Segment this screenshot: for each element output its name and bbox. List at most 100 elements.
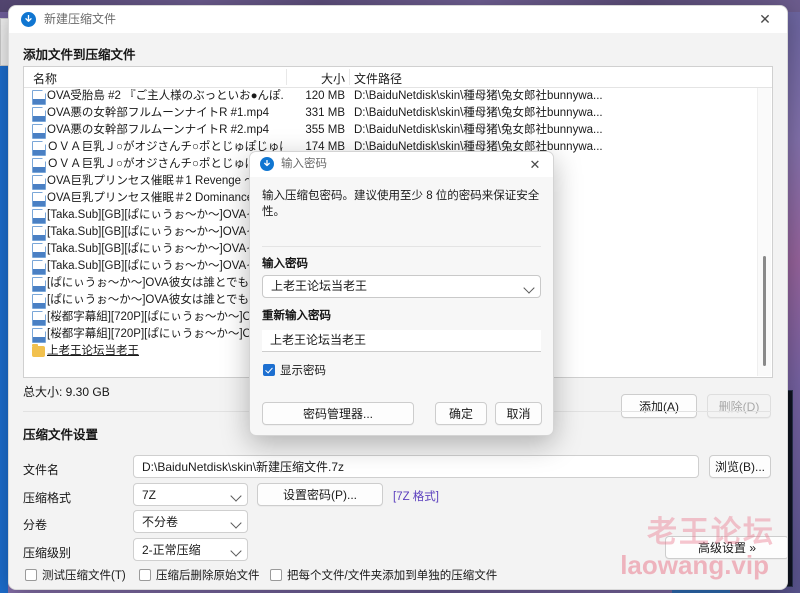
file-name: ＯＶＡ巨乳Ｊ○がオジさんチ○ポとじゅぽじゅぽい... [47,157,283,172]
divider [23,589,771,590]
format-value: 7Z [142,484,225,506]
file-name: [桜都字幕組][720P][ぱにぃうぉ～か～]OVA巨乳... [47,310,283,325]
file-list-header: 名称 大小 文件路径 [24,67,772,88]
set-password-button[interactable]: 设置密码(P)... [257,483,383,506]
folder-icon [32,345,44,358]
column-divider[interactable] [349,69,350,85]
volume-value: 不分卷 [142,511,225,533]
file-list-row[interactable]: OVA受胎島 #2 『ご主人様のぶっといお●んぽ......120 MBD:\B… [24,88,772,105]
compression-level-value: 2-正常压缩 [142,539,225,561]
mp4-file-icon [32,243,44,256]
section-title-add-files: 添加文件到压缩文件 [23,44,136,63]
filename-label: 文件名 [23,461,59,478]
browse-button[interactable]: 浏览(B)... [709,455,771,478]
password-manager-button[interactable]: 密码管理器... [262,402,414,425]
file-name: 上老王论坛当老王 [47,344,283,359]
chevron-down-icon [230,517,241,528]
checkbox-delete-original[interactable]: 压缩后删除原始文件 [139,569,260,583]
checkbox-label: 把每个文件/文件夹添加到单独的压缩文件 [287,570,497,582]
file-size: 355 MB [224,123,345,138]
password-dialog-title: 输入密码 [281,157,327,171]
watermark-line1: 老王论坛 [647,507,775,551]
background-left-blue-strip [0,24,8,593]
file-name: [桜都字幕組][720P][ぱにぃうぉ～か～]OVA-巨乳... [47,327,283,342]
file-name: [ぱにぃうぉ～か～]OVA彼女は誰とでもセックス... [47,293,283,308]
window-title: 新建压缩文件 [44,12,116,27]
mp4-file-icon [32,90,44,103]
file-size: 331 MB [224,106,345,121]
password-dialog: 输入密码 ✕ 输入压缩包密码。建议使用至少 8 位的密码来保证安全性。 输入密码… [249,151,554,436]
password-value: 上老王论坛当老王 [271,276,518,297]
file-size: 120 MB [224,89,345,104]
compression-level-select[interactable]: 2-正常压缩 [133,538,248,561]
chevron-down-icon [230,490,241,501]
mp4-file-icon [32,192,44,205]
file-list-row[interactable]: OVA悪の女幹部フルムーンナイトR #2.mp4355 MBD:\BaiduNe… [24,122,772,139]
mp4-file-icon [32,209,44,222]
remove-files-button: 删除(D) [707,394,771,418]
close-icon[interactable]: ✕ [517,152,553,177]
column-header-path[interactable]: 文件路径 [354,70,402,87]
password-dialog-titlebar: 输入密码 ✕ [250,152,553,177]
checkbox-separate-archives[interactable]: 把每个文件/文件夹添加到单独的压缩文件 [270,569,497,583]
file-name: OVA巨乳プリンセス催眠＃2 Dominance ～支配... [47,191,283,206]
format-select[interactable]: 7Z [133,483,248,506]
format-info-link[interactable]: [7Z 格式] [393,488,439,504]
checkbox-box [263,364,275,376]
watermark-line2: laowang.vip [620,550,769,581]
password-cancel-button[interactable]: 取消 [495,402,542,425]
checkbox-box [270,569,282,581]
checkbox-label: 显示密码 [280,365,326,377]
column-header-name[interactable]: 名称 [33,70,57,87]
mp4-file-icon [32,175,44,188]
total-size-label: 总大小: 9.30 GB [23,383,110,400]
password-input[interactable]: 上老王论坛当老王 [262,275,541,298]
archive-app-icon [260,157,274,171]
password-dialog-description: 输入压缩包密码。建议使用至少 8 位的密码来保证安全性。 [262,188,541,220]
chevron-down-icon[interactable] [523,282,534,293]
mp4-file-icon [32,277,44,290]
file-name: OVA巨乳プリンセス催眠＃1 Revenge ～復讐に... [47,174,283,189]
filename-value: D:\BaiduNetdisk\skin\新建压缩文件.7z [142,456,676,478]
confirm-password-input[interactable]: 上老王论坛当老王 [262,330,541,352]
column-divider[interactable] [286,69,287,85]
compression-level-label: 压缩级别 [23,544,71,561]
file-name: [Taka.Sub][GB][ぱにぃうぉ～か～]OVAイジラレ... [47,242,283,257]
checkbox-test-archive[interactable]: 测试压缩文件(T) [25,569,126,583]
section-title-archive-settings: 压缩文件设置 [23,424,98,443]
chevron-down-icon [230,545,241,556]
file-name: [Taka.Sub][GB][ぱにぃうぉ～か～]OVAイジラレ... [47,259,283,274]
mp4-file-icon [32,294,44,307]
checkbox-show-password[interactable]: 显示密码 [263,364,326,378]
file-path: D:\BaiduNetdisk\skin\種母猪\兔女郎社bunnywa... [354,123,744,138]
volume-label: 分卷 [23,516,47,533]
file-list-scrollbar[interactable] [757,88,771,376]
window-titlebar: 新建压缩文件 ✕ [9,6,787,33]
checkbox-box [25,569,37,581]
volume-select[interactable]: 不分卷 [133,510,248,533]
scrollbar-thumb[interactable] [763,256,766,366]
confirm-password-label: 重新输入密码 [262,307,331,323]
mp4-file-icon [32,124,44,137]
file-name: [Taka.Sub][GB][ぱにぃうぉ～か～]OVAイジラレ... [47,225,283,240]
mp4-file-icon [32,141,44,154]
file-list-row[interactable]: OVA悪の女幹部フルムーンナイトR #1.mp4331 MBD:\BaiduNe… [24,105,772,122]
add-files-button[interactable]: 添加(A) [621,394,697,418]
checkbox-label: 压缩后删除原始文件 [156,570,260,582]
mp4-file-icon [32,158,44,171]
mp4-file-icon [32,226,44,239]
confirm-password-value: 上老王论坛当老王 [270,330,533,351]
mp4-file-icon [32,311,44,324]
file-name: [Taka.Sub][GB][ぱにぃうぉ～か～]OVAイジラレ... [47,208,283,223]
close-icon[interactable]: ✕ [743,6,787,33]
checkbox-box [139,569,151,581]
column-header-size[interactable]: 大小 [224,70,345,87]
password-ok-button[interactable]: 确定 [435,402,487,425]
archive-app-icon [21,12,36,27]
file-path: D:\BaiduNetdisk\skin\種母猪\兔女郎社bunnywa... [354,89,744,104]
file-path: D:\BaiduNetdisk\skin\種母猪\兔女郎社bunnywa... [354,106,744,121]
file-name: [ぱにぃうぉ～か～]OVA彼女は誰とでもセックス... [47,276,283,291]
mp4-file-icon [32,328,44,341]
password-field-label: 输入密码 [262,255,308,271]
filename-input[interactable]: D:\BaiduNetdisk\skin\新建压缩文件.7z [133,455,699,478]
